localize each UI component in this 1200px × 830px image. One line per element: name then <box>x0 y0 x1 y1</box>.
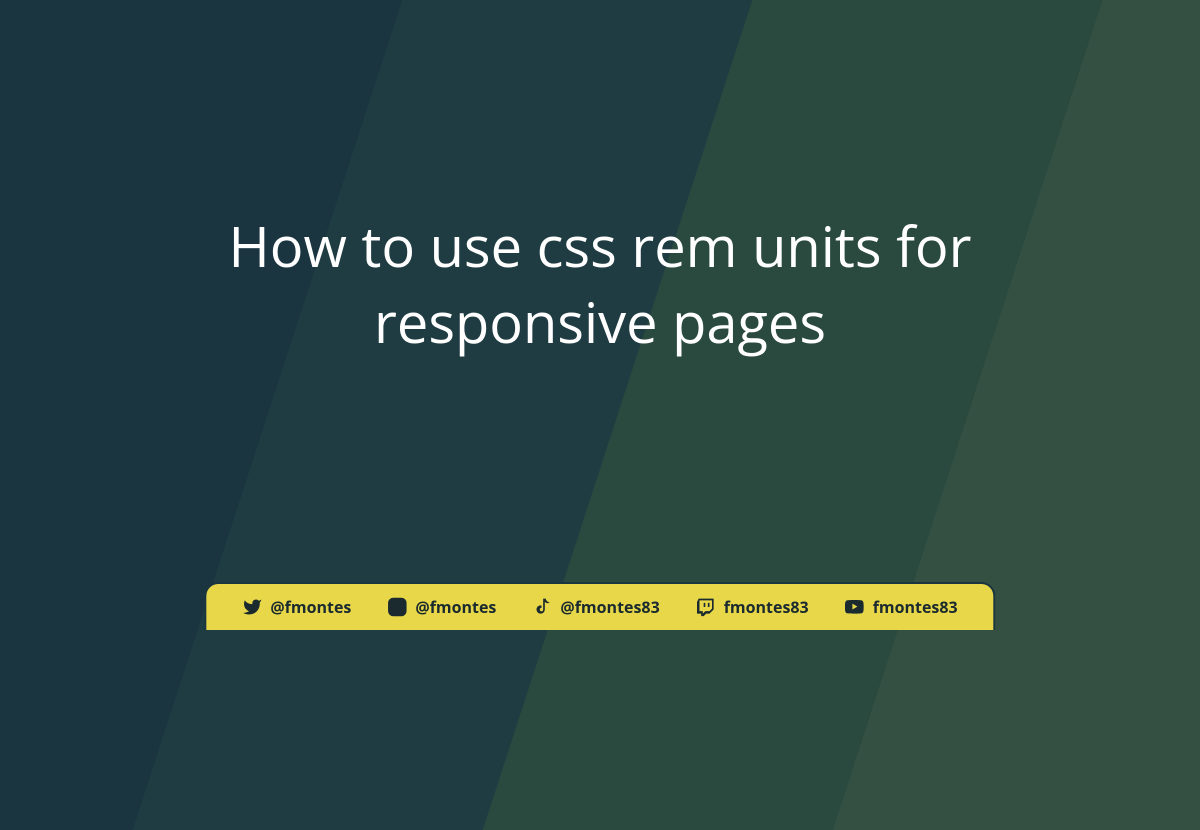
social-twitch[interactable]: fmontes83 <box>696 596 809 618</box>
social-tiktok[interactable]: @fmontes83 <box>532 596 659 618</box>
social-handle: @fmontes <box>415 596 496 618</box>
title-container: How to use css rem units for responsive … <box>0 0 1200 570</box>
social-bar: @fmontes @fmontes @fmontes83 fmontes83 f… <box>204 582 995 630</box>
twitch-icon <box>696 597 716 617</box>
instagram-icon <box>387 597 407 617</box>
social-youtube[interactable]: fmontes83 <box>845 596 958 618</box>
page-title: How to use css rem units for responsive … <box>80 209 1120 360</box>
social-twitter[interactable]: @fmontes <box>242 596 351 618</box>
tiktok-icon <box>532 597 552 617</box>
social-handle: fmontes83 <box>724 596 809 618</box>
social-instagram[interactable]: @fmontes <box>387 596 496 618</box>
youtube-icon <box>845 597 865 617</box>
social-handle: @fmontes83 <box>560 596 659 618</box>
social-handle: @fmontes <box>270 596 351 618</box>
social-handle: fmontes83 <box>873 596 958 618</box>
twitter-icon <box>242 597 262 617</box>
